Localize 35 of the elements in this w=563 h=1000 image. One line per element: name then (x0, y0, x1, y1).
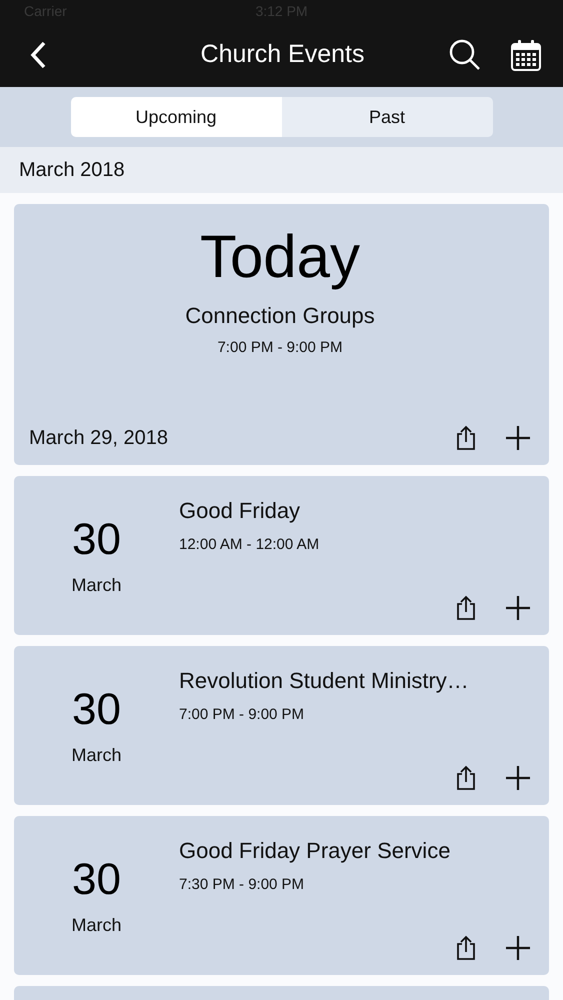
event-time: 12:00 AM - 12:00 AM (179, 536, 320, 553)
event-day: 30 (72, 515, 121, 565)
today-heading: Today (200, 222, 360, 291)
add-icon[interactable] (505, 935, 531, 961)
segment-tab[interactable]: Upcoming (70, 97, 282, 137)
event-time: 7:30 PM - 9:00 PM (179, 876, 306, 893)
segment-tab[interactable]: Past (282, 97, 492, 137)
add-icon[interactable] (505, 425, 531, 451)
search-icon[interactable] (449, 38, 481, 70)
event-time: 7:00 PM - 9:00 PM (179, 706, 306, 723)
event-month: March (71, 915, 122, 936)
share-icon[interactable] (455, 595, 477, 621)
screen-title: Church Events (200, 40, 366, 69)
add-icon[interactable] (505, 595, 531, 621)
event-card[interactable]: 30 March Revolution Student Ministry… 7:00 PM - 9:00 PM (14, 646, 549, 805)
month-header: March 2018 (0, 147, 563, 193)
event-title: Good Friday Prayer Service (179, 838, 452, 864)
event-card[interactable]: 30 March Good Friday Prayer Service 7:30 PM - 9:00 PM (14, 816, 549, 975)
calendar-icon[interactable] (511, 38, 541, 70)
add-icon[interactable] (505, 765, 531, 791)
event-title: Revolution Student Ministry… (179, 668, 470, 694)
event-month: March (71, 575, 122, 596)
share-icon[interactable] (455, 425, 477, 451)
event-title: Connection Groups (185, 303, 375, 329)
event-day: 30 (72, 685, 121, 735)
back-icon[interactable] (30, 40, 46, 68)
featured-event-card[interactable]: Today Connection Groups 7:00 PM - 9:00 PM March 29, 2018 (14, 204, 549, 465)
event-day: 30 (72, 855, 121, 905)
event-card[interactable]: 30 March Good Friday 12:00 AM - 12:00 AM (14, 476, 549, 635)
event-time: 7:00 PM - 9:00 PM (217, 339, 343, 356)
event-date: March 29, 2018 (29, 426, 169, 450)
share-icon[interactable] (455, 935, 477, 961)
event-title: Good Friday (179, 498, 302, 524)
event-month: March (71, 745, 122, 766)
share-icon[interactable] (455, 765, 477, 791)
